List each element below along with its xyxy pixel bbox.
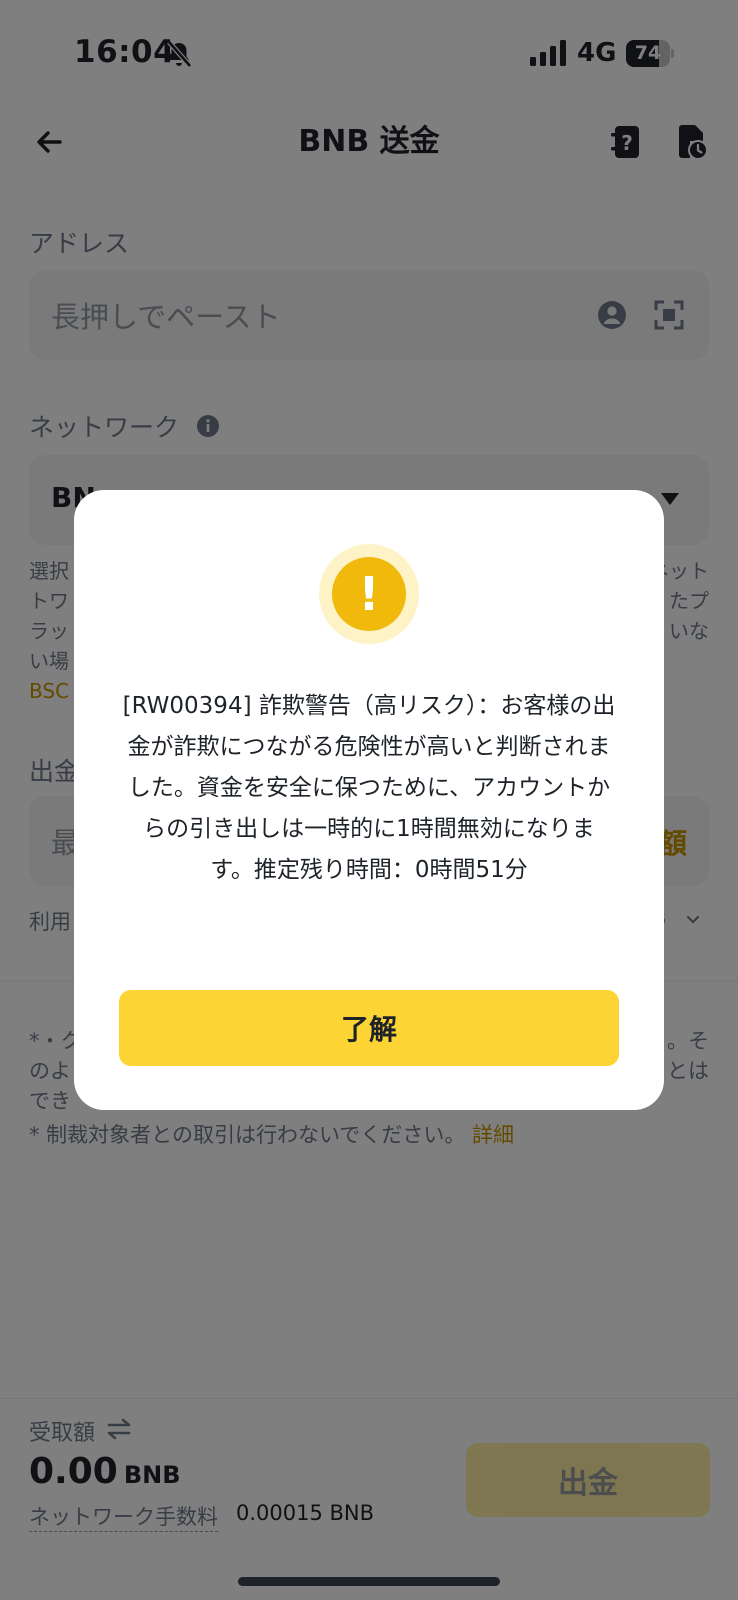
home-indicator: [238, 1577, 500, 1586]
withdraw-screen: 16:04 4G 74 BNB 送金 ?: [0, 0, 738, 1600]
confirm-button[interactable]: 了解: [119, 990, 619, 1066]
dialog-message: [RW00394] 詐欺警告（高リスク）：お客様の出金が詐欺につながる危険性が高…: [122, 693, 616, 883]
warning-icon: !: [319, 544, 419, 644]
fraud-warning-dialog: ! [RW00394] 詐欺警告（高リスク）：お客様の出金が詐欺につながる危険性…: [74, 490, 664, 1110]
